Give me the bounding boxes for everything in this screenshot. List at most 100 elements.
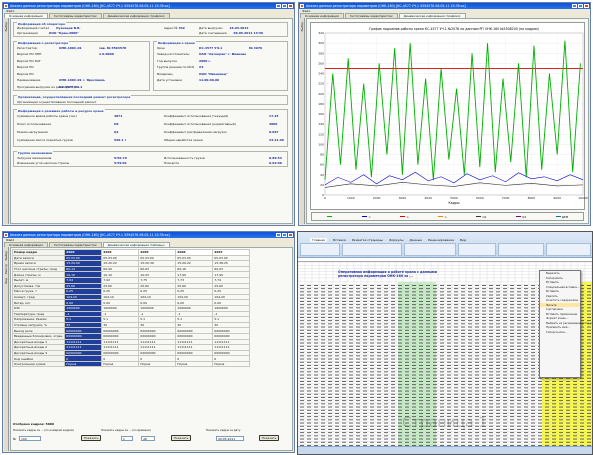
cell-content — [412, 390, 416, 392]
ribbon-tab-layout[interactable]: Разметка страницы — [352, 238, 383, 242]
ribbon-group-font[interactable] — [342, 243, 402, 256]
cell-content — [538, 438, 542, 440]
cell-content — [510, 368, 514, 370]
ribbon-tab-formulas[interactable]: Формулы — [389, 238, 404, 242]
cell-content — [440, 406, 444, 408]
legend-item[interactable]: Q2 — [516, 215, 526, 219]
legend-item[interactable]: > — [362, 215, 371, 219]
cell-content — [398, 345, 402, 347]
ribbon-tab-view[interactable]: Вид — [460, 238, 466, 242]
cell-content — [517, 441, 521, 443]
cell-content — [370, 393, 374, 395]
cell-content — [468, 294, 472, 296]
cell-content — [412, 384, 416, 386]
ribbon-tab-data[interactable]: Данные — [410, 238, 422, 242]
cell-content — [454, 441, 458, 443]
cell-content — [335, 416, 339, 418]
cell-content — [468, 387, 472, 389]
cell-content — [363, 368, 367, 370]
show-by-time-button[interactable]: Показать — [171, 435, 191, 441]
cell-content — [580, 390, 584, 392]
context-menu-item[interactable]: Очистить содержимое — [540, 298, 580, 303]
ribbon-tab-review[interactable]: Рецензирование — [428, 238, 454, 242]
cell-content — [349, 307, 353, 309]
cell-content — [307, 310, 311, 312]
side-tab-select[interactable]: Выбор — [4, 251, 8, 260]
cell-content — [524, 371, 528, 373]
cell-content — [454, 355, 458, 357]
cell-content — [328, 422, 332, 424]
cell-content — [440, 371, 444, 373]
cell-content — [377, 387, 381, 389]
cell-content — [482, 339, 486, 341]
cell-content — [454, 406, 458, 408]
cell-content — [503, 381, 507, 382]
close-button[interactable] — [288, 4, 293, 8]
cell-content — [419, 400, 423, 402]
legend-item[interactable]: > — [438, 215, 447, 219]
cell-content — [573, 438, 577, 440]
table-row[interactable]: Контрольная сумма Норма Норма Норма Норма Нор… — [11, 360, 251, 368]
maximize-button[interactable] — [282, 4, 287, 8]
legend-item[interactable]: ДЕМ — [555, 215, 568, 219]
cell-content — [349, 390, 353, 392]
date-select[interactable]: 09.05.2011 — [216, 436, 244, 441]
cell-content — [538, 406, 542, 408]
cell-content — [461, 432, 465, 434]
info-value: КС-4577 УЧ.1 — [199, 45, 223, 50]
cell-content — [517, 307, 521, 309]
ribbon-tab-home[interactable]: Главная — [310, 238, 327, 242]
minimize-button[interactable] — [276, 233, 281, 237]
cell-content — [328, 320, 332, 322]
cell-content — [475, 310, 479, 312]
cell-content — [363, 307, 367, 309]
cell-content — [573, 393, 577, 395]
ribbon-group-cells[interactable] — [546, 243, 591, 256]
maximize-button[interactable] — [282, 233, 287, 237]
cell-content — [307, 438, 311, 440]
legend-item[interactable]: > — [400, 215, 409, 219]
maximize-button[interactable] — [578, 4, 583, 8]
time-to-input[interactable]: 48 — [141, 436, 155, 441]
cell-content — [419, 352, 423, 354]
cell-content — [468, 371, 472, 373]
cell-content — [482, 377, 486, 379]
cell-content — [447, 342, 451, 344]
cell-content — [307, 377, 311, 379]
ribbon-group-clipboard[interactable] — [300, 243, 340, 256]
show-by-date-button[interactable]: Показать — [259, 435, 279, 441]
side-tab-registry[interactable]: Реестр — [4, 264, 8, 274]
ribbon-group-number[interactable] — [458, 243, 496, 256]
cell-content — [377, 339, 381, 341]
minimize-button[interactable] — [572, 4, 577, 8]
cell-content — [426, 342, 430, 344]
cell-content — [328, 323, 332, 325]
value: Кузнецов В.В. — [56, 26, 81, 30]
cell-content — [580, 432, 584, 434]
context-menu-item[interactable]: Гиперссылка... — [540, 330, 580, 335]
side-tab-view[interactable]: Вид — [4, 278, 8, 284]
show-by-number-button[interactable]: Показать — [81, 435, 101, 441]
cell-content — [475, 355, 479, 357]
cell-content — [468, 384, 472, 386]
close-button[interactable] — [288, 233, 293, 237]
close-button[interactable] — [584, 4, 589, 8]
cell-content — [300, 419, 304, 421]
minimize-button[interactable] — [276, 4, 281, 8]
cell-content — [510, 339, 514, 341]
ribbon-group-alignment[interactable] — [404, 243, 456, 256]
cell-content — [356, 377, 360, 379]
cell-content — [566, 432, 570, 434]
ribbon-group-styles[interactable] — [498, 243, 544, 256]
legend-item[interactable]: Q1 — [476, 215, 486, 219]
cell-content — [426, 307, 430, 309]
cell-content — [531, 390, 535, 392]
cell-content — [482, 345, 486, 347]
cell-content — [412, 368, 416, 370]
side-tab[interactable]: Выбор — [4, 18, 9, 224]
legend-item[interactable] — [326, 215, 333, 218]
side-tab[interactable]: Выбор — [300, 18, 305, 224]
time-from-input[interactable]: 1 — [121, 436, 133, 441]
frame-number-input[interactable]: 100 — [19, 436, 41, 441]
ribbon-tab-insert[interactable]: Вставка — [333, 238, 346, 242]
